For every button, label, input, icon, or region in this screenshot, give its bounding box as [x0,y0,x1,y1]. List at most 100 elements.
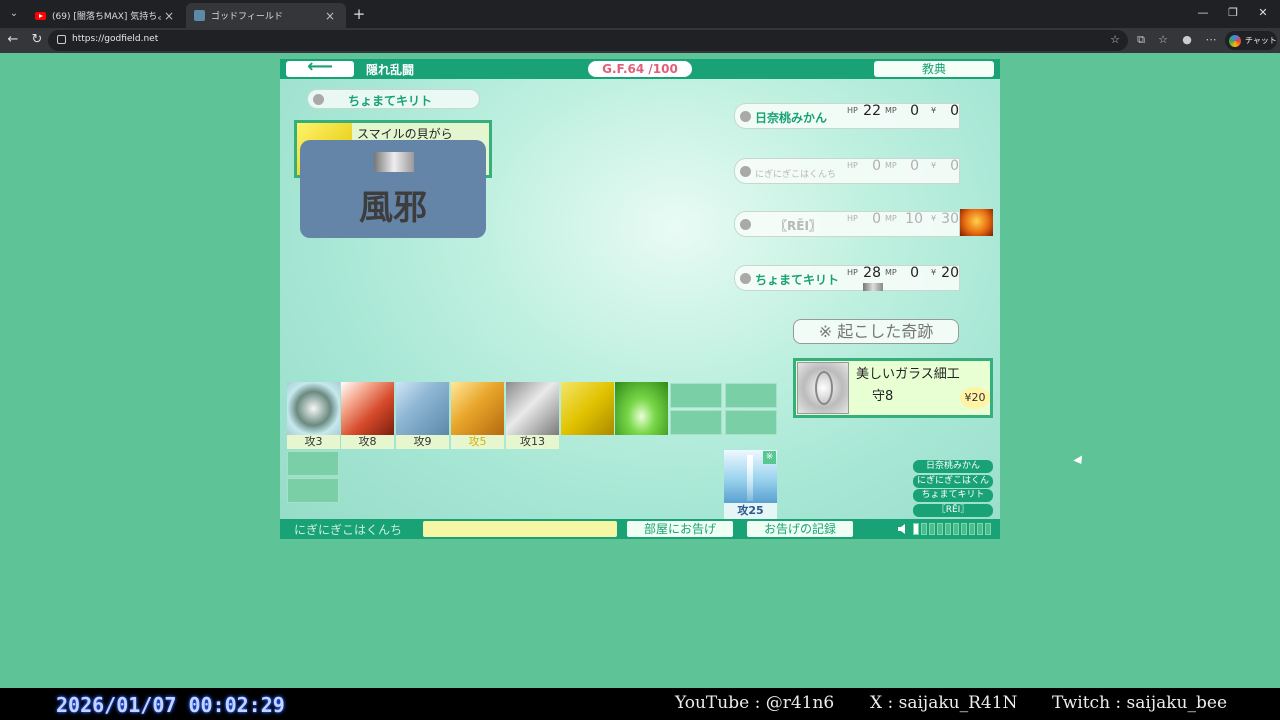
hand-card-label: 攻9 [396,435,449,449]
browser-toolbar: ← ↻ https://godfield.net ☆ ⧉ ☆ ● ⋯ チャット [0,28,1280,53]
volume-segment[interactable] [985,523,991,535]
player-row[interactable]: ちょまてキリト HP 28 MP 0 ¥ 20 [734,265,960,291]
player-row[interactable]: 日奈桃みかん HP 22 MP 0 ¥ 0 [734,103,960,129]
copilot-icon [1229,34,1241,47]
golden-spear-icon[interactable] [451,382,504,435]
yen-value: 0 [950,103,959,119]
extensions-icon[interactable]: ⧉ [1133,32,1149,48]
reload-icon[interactable]: ↻ [28,31,46,49]
mp-label: MP [885,214,897,223]
url-text: https://godfield.net [72,34,159,44]
youtube-icon [35,11,46,20]
gf-counter: G.F.64 /100 [588,61,692,77]
mp-label: MP [885,106,897,115]
silver-sword-icon[interactable] [506,382,559,435]
volume-segment[interactable] [953,523,959,535]
mode-title: 隠れ乱闘 [366,63,415,77]
special-card-label: 攻25 [724,503,777,519]
status-dot-icon [740,166,751,177]
hp-label: HP [847,268,858,277]
speaker-icon[interactable] [898,523,910,535]
close-icon[interactable]: × [161,9,177,23]
address-bar[interactable]: https://godfield.net [48,30,1128,51]
hp-value: 0 [872,158,881,174]
hand-card-label: 攻13 [506,435,559,449]
mp-label: MP [885,268,897,277]
green-drop-icon[interactable] [615,382,668,435]
announce-button[interactable]: 部屋にお告げ [627,521,733,537]
player-row[interactable]: 〖RĒI〗 HP 0 MP 10 ¥ 30 [734,211,960,237]
volume-segment[interactable] [929,523,935,535]
trident-icon[interactable] [396,382,449,435]
flame-mace-icon[interactable] [341,382,394,435]
mini-player-tag[interactable]: ちょまてキリト [913,489,993,502]
mp-value: 0 [910,103,919,119]
favorites-icon[interactable]: ☆ [1155,32,1171,48]
mini-player-tag[interactable]: にぎにぎこはくんち [913,475,993,499]
mini-player-tag[interactable]: 日奈桃みかん [913,460,993,473]
yen-label: ¥ [931,106,937,115]
restore-icon[interactable]: ❐ [1222,4,1244,22]
cloud-status-icon [863,283,883,291]
volume-segment[interactable] [921,523,927,535]
chat-button[interactable]: チャット [1225,31,1277,50]
volume-segment[interactable] [913,523,919,535]
volume-segment[interactable] [969,523,975,535]
tab-youtube[interactable]: (69) [闇落ちMAX] 気持ちよくなる副... × [27,3,185,28]
window-close-icon[interactable]: ✕ [1252,4,1274,22]
volume-segment[interactable] [961,523,967,535]
site-info-icon[interactable] [57,35,66,44]
turn-player-badge: ちょまてキリト [307,89,480,109]
oracle-log-button[interactable]: お告げの記録 [747,521,853,537]
mp-label: MP [885,161,897,170]
youtube-handle: YouTube : @r41n6 [675,693,835,713]
stream-clock: 2026/01/07 00:02:29 [56,693,285,717]
hand-card-label: 攻3 [287,435,340,449]
miracles-button[interactable]: ※ 起こした奇跡 [793,319,959,344]
hp-label: HP [847,214,858,223]
self-player-name: にぎにぎこはくんち [294,523,403,537]
status-dot-icon [740,273,751,284]
twitch-handle: Twitch : saijaku_bee [1052,693,1228,713]
new-tab-icon[interactable]: + [350,5,368,23]
minimize-icon[interactable]: — [1192,4,1214,22]
miracle-card[interactable]: 美しいガラス細工 守8 ¥20 [793,358,993,418]
tab-search-icon[interactable]: ⌄ [4,4,24,24]
tab-title: ゴッドフィールド [211,12,283,22]
player-name: にぎにぎこはくんち [755,170,837,180]
page-background: ⟵ 隠れ乱闘 G.F.64 /100 教典 ちょまてキリト スマイルの貝がら 風… [0,53,1280,688]
volume-segment[interactable] [937,523,943,535]
close-icon[interactable]: × [322,9,338,23]
profile-icon[interactable]: ● [1179,32,1195,48]
hp-label: HP [847,106,858,115]
hp-label: HP [847,161,858,170]
bookmark-star-icon[interactable]: ☆ [1107,32,1123,48]
yen-label: ¥ [931,161,937,170]
more-menu-icon[interactable]: ⋯ [1203,32,1219,48]
game-footer: にぎにぎこはくんち 部屋にお告げ お告げの記録 [280,519,1000,539]
empty-card-slot [725,383,777,408]
empty-card-slot [725,410,777,435]
hand-card-label: 攻8 [341,435,394,449]
volume-segment[interactable] [945,523,951,535]
oracle-message-input[interactable] [423,521,617,537]
player-row[interactable]: にぎにぎこはくんち HP 0 MP 0 ¥ 0 [734,158,960,184]
chat-label: チャット [1245,36,1277,45]
mini-player-tag[interactable]: 〖RĒI〗 [913,504,993,517]
cloud-icon [374,152,414,172]
volume-segment[interactable] [977,523,983,535]
browser-tab-bar: ⌄ (69) [闇落ちMAX] 気持ちよくなる副... × ゴッドフィールド ×… [0,0,1280,28]
back-arrow-icon[interactable]: ← [4,31,22,49]
miracle-card-defense: 守8 [872,389,894,404]
golden-horn-icon[interactable] [561,382,614,435]
back-arrow-button[interactable]: ⟵ [286,59,354,77]
empty-card-slot [287,478,339,503]
player-name: ちょまてキリト [755,273,840,287]
miracle-badge: ※ [763,451,776,464]
player-name: 日奈桃みかん [755,111,828,125]
scripture-button[interactable]: 教典 [874,61,994,77]
tab-godfield[interactable]: ゴッドフィールド × [186,3,346,28]
tab-title: (69) [闇落ちMAX] 気持ちよくなる副... [52,12,161,22]
godfield-icon [194,10,205,21]
shield-ring-icon[interactable] [287,382,340,435]
